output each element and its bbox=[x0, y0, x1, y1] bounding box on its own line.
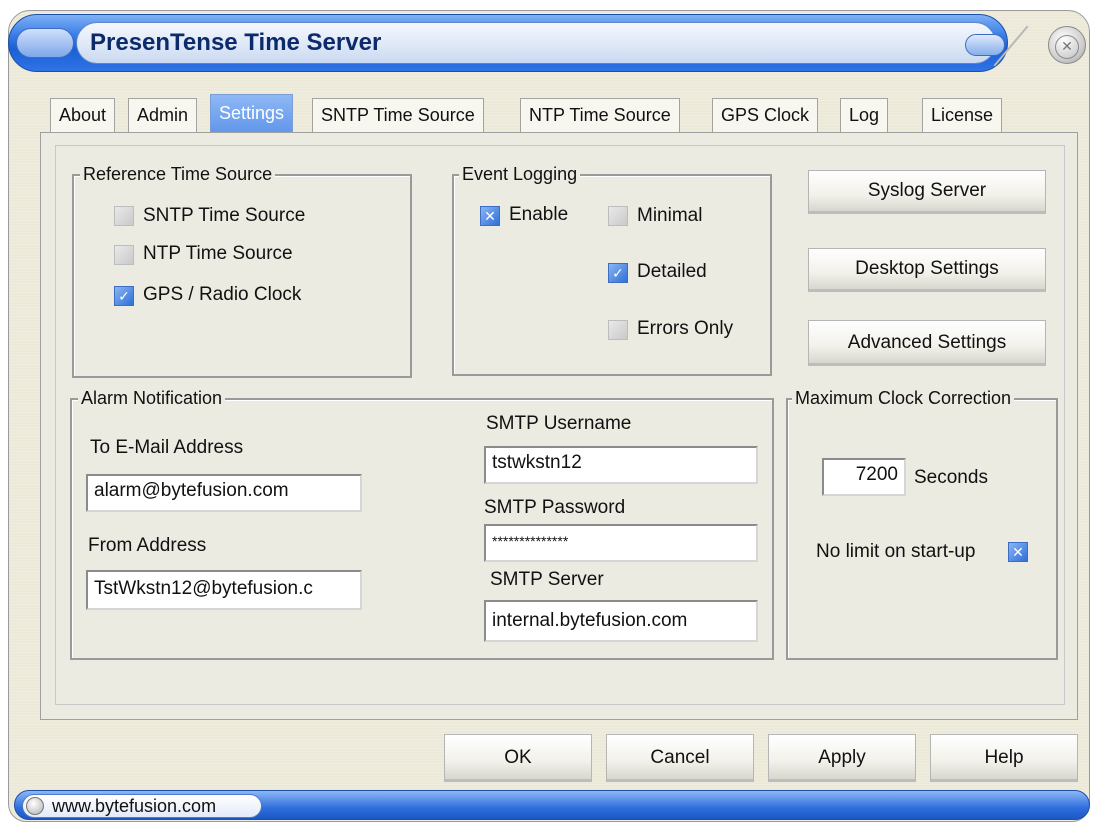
status-url-text[interactable]: www.bytefusion.com bbox=[52, 795, 216, 817]
max-correction-seconds-field[interactable]: 7200 bbox=[822, 458, 906, 496]
help-button[interactable]: Help bbox=[930, 734, 1078, 782]
gps-radio-clock-checkbox[interactable]: ✓ bbox=[114, 286, 134, 306]
ok-button[interactable]: OK bbox=[444, 734, 592, 782]
minimal-logging-label: Minimal bbox=[637, 205, 703, 226]
advanced-settings-button[interactable]: Advanced Settings bbox=[808, 320, 1046, 366]
smtp-password-field[interactable]: ************** bbox=[484, 524, 758, 562]
status-dot-icon bbox=[26, 797, 44, 815]
max-clock-correction-label: Maximum Clock Correction bbox=[792, 387, 1015, 409]
smtp-username-field[interactable]: tstwkstn12 bbox=[484, 446, 758, 484]
tab-log[interactable]: Log bbox=[840, 98, 889, 134]
max-clock-correction-group bbox=[786, 398, 1058, 660]
tab-sntp-time-source[interactable]: SNTP Time Source bbox=[312, 98, 484, 134]
errors-only-label: Errors Only bbox=[637, 318, 734, 339]
from-address-label: From Address bbox=[88, 535, 207, 556]
to-email-label: To E-Mail Address bbox=[90, 437, 244, 458]
alarm-notification-label: Alarm Notification bbox=[78, 387, 226, 409]
no-limit-startup-checkbox[interactable]: ✕ bbox=[1008, 542, 1028, 562]
syslog-server-button[interactable]: Syslog Server bbox=[808, 170, 1046, 214]
ntp-source-label: NTP Time Source bbox=[143, 243, 293, 264]
sntp-source-label: SNTP Time Source bbox=[143, 205, 306, 226]
minimize-icon[interactable] bbox=[965, 34, 1005, 56]
tab-settings[interactable]: Settings bbox=[210, 94, 294, 134]
seconds-unit-label: Seconds bbox=[914, 467, 988, 488]
smtp-server-label: SMTP Server bbox=[490, 569, 604, 590]
desktop-settings-button[interactable]: Desktop Settings bbox=[808, 248, 1046, 292]
enable-logging-checkbox[interactable]: ✕ bbox=[480, 206, 500, 226]
event-logging-label: Event Logging bbox=[459, 163, 581, 185]
apply-button[interactable]: Apply bbox=[768, 734, 916, 782]
gps-radio-clock-label: GPS / Radio Clock bbox=[143, 284, 302, 305]
reference-time-source-label: Reference Time Source bbox=[80, 163, 276, 185]
tab-license[interactable]: License bbox=[922, 98, 1003, 134]
tab-gps-clock[interactable]: GPS Clock bbox=[712, 98, 819, 134]
sntp-source-checkbox[interactable] bbox=[114, 206, 134, 226]
from-address-field[interactable]: TstWkstn12@bytefusion.c bbox=[86, 570, 362, 610]
system-menu-icon[interactable] bbox=[16, 28, 74, 58]
close-button[interactable]: ✕ bbox=[1048, 26, 1086, 64]
detailed-logging-label: Detailed bbox=[637, 261, 707, 282]
errors-only-checkbox[interactable] bbox=[608, 320, 628, 340]
no-limit-startup-label: No limit on start-up bbox=[816, 541, 976, 562]
tab-admin[interactable]: Admin bbox=[128, 98, 198, 134]
tab-ntp-time-source[interactable]: NTP Time Source bbox=[520, 98, 680, 134]
smtp-username-label: SMTP Username bbox=[486, 413, 632, 434]
smtp-server-field[interactable]: internal.bytefusion.com bbox=[484, 600, 758, 642]
window-title: PresenTense Time Server bbox=[90, 29, 382, 56]
tab-about[interactable]: About bbox=[50, 98, 116, 134]
close-icon: ✕ bbox=[1055, 35, 1079, 59]
cancel-button[interactable]: Cancel bbox=[606, 734, 754, 782]
enable-logging-label: Enable bbox=[509, 204, 569, 225]
minimal-logging-checkbox[interactable] bbox=[608, 206, 628, 226]
detailed-logging-checkbox[interactable]: ✓ bbox=[608, 263, 628, 283]
ntp-source-checkbox[interactable] bbox=[114, 245, 134, 265]
smtp-password-label: SMTP Password bbox=[484, 497, 626, 518]
to-email-field[interactable]: alarm@bytefusion.com bbox=[86, 474, 362, 512]
